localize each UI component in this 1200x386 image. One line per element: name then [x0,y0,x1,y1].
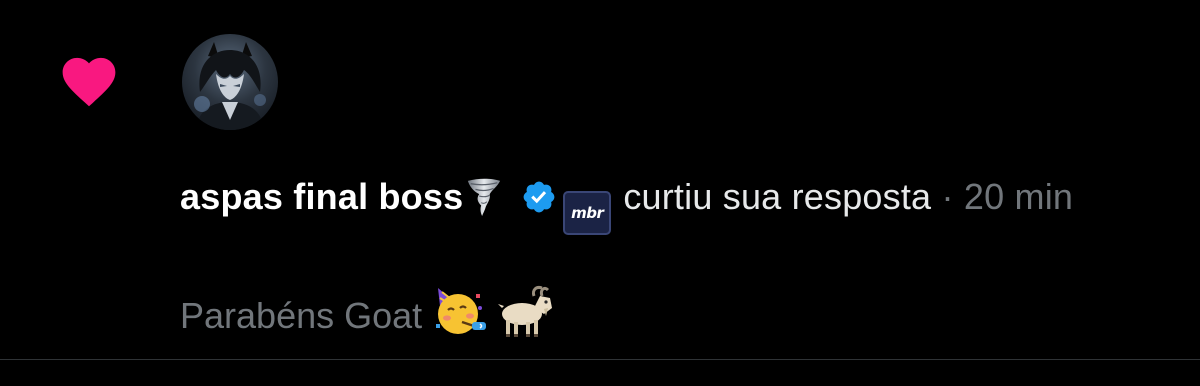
avatar[interactable] [182,34,278,130]
affiliate-badge[interactable]: mbr [563,191,612,235]
divider [0,359,1200,360]
verified-badge-icon [521,174,557,213]
heart-icon [56,50,122,108]
user-display-name[interactable]: aspas final boss [180,176,463,217]
reply-preview: Parabéns Goat [180,284,556,341]
goat-icon [496,284,556,340]
partying-face-icon [432,284,488,340]
tornado-icon [465,176,503,216]
reply-text: Parabéns Goat [180,295,423,336]
action-text: curtiu sua resposta [623,176,932,217]
notification-text: aspas final boss mbr curtiu sua resposta … [180,168,1172,235]
meta-separator: · [941,176,954,217]
like-notification[interactable]: aspas final boss mbr curtiu sua resposta … [0,0,1200,360]
timestamp[interactable]: 20 min [964,176,1073,217]
